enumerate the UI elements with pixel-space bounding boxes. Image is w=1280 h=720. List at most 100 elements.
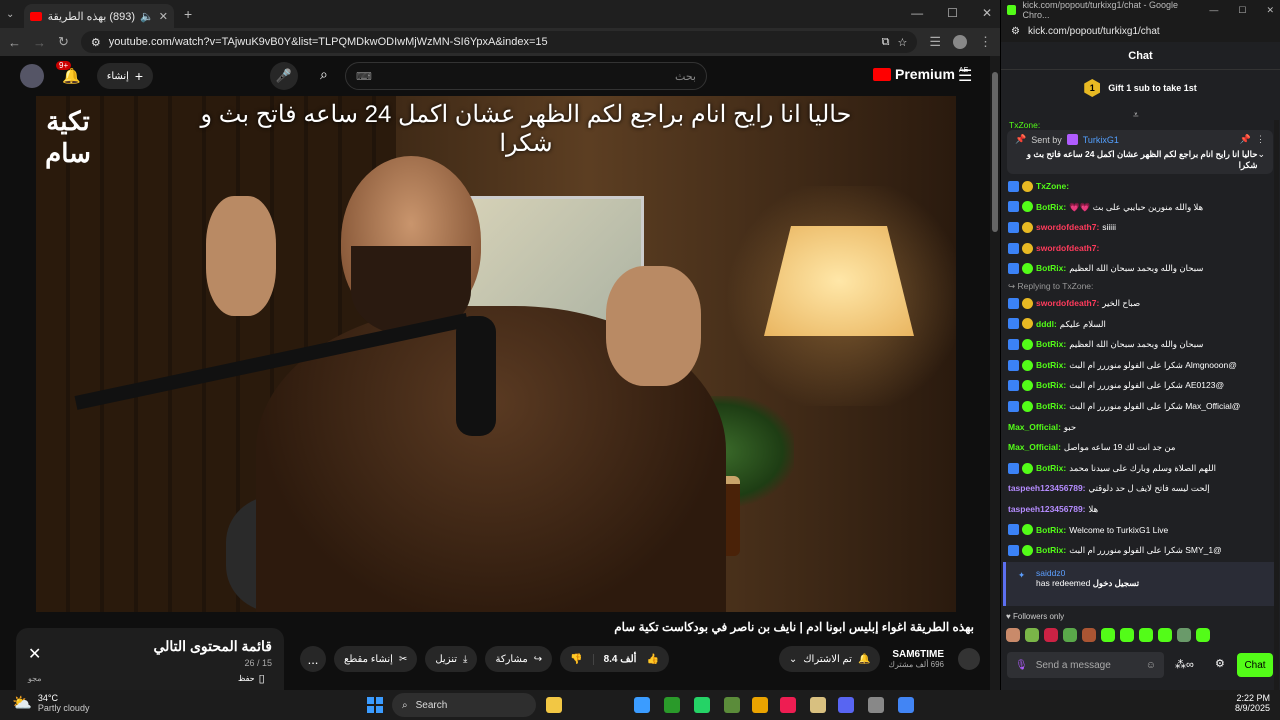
keyboard-icon[interactable]: ⌨ bbox=[356, 70, 372, 83]
system-tray-time[interactable]: 2:22 PM 8/9/2025 bbox=[1235, 693, 1270, 713]
message-input[interactable]: 🎙 Send a message ☺ bbox=[1007, 652, 1164, 678]
chat-username[interactable]: TxZone: bbox=[1036, 176, 1069, 197]
create-button[interactable]: إنشاء + bbox=[96, 63, 154, 89]
kick-close-button[interactable]: ✕ bbox=[1266, 5, 1274, 16]
account-avatar[interactable] bbox=[20, 64, 44, 88]
weather-widget[interactable]: ⛅ 34°C Partly cloudy bbox=[12, 693, 89, 713]
close-playlist-icon[interactable]: ✕ bbox=[28, 644, 41, 664]
profile-avatar[interactable] bbox=[953, 35, 967, 49]
chat-message[interactable]: swordofdeath7: صباح الخير bbox=[1008, 293, 1274, 314]
chat-message[interactable]: BotRix: سبحان والله وبحمد سبحان الله العظ… bbox=[1008, 334, 1274, 355]
whatsapp-icon[interactable] bbox=[694, 697, 710, 713]
chat-message[interactable]: taspeeh123456789: هلا bbox=[1008, 499, 1274, 520]
tab-list-icon[interactable]: ⌄ bbox=[6, 9, 24, 20]
chat-message[interactable]: BotRix: @AE0123 شكرا على الفولو منوررر ام… bbox=[1008, 375, 1274, 396]
emote-icon[interactable] bbox=[1101, 628, 1115, 642]
search-input[interactable]: ⌨ بحث bbox=[345, 62, 707, 90]
chat-message[interactable]: BotRix: هلا والله منورين حبايبي على بث 💗💗 bbox=[1008, 197, 1274, 218]
voice-search-button[interactable]: 🎤 bbox=[270, 62, 298, 90]
pinned-collapse-icon[interactable]: ⩡ bbox=[1133, 110, 1139, 121]
emote-icon[interactable] bbox=[1177, 628, 1191, 642]
chat-message[interactable]: Max_Official: من جد انت لك 19 ساعه مواصل bbox=[1008, 437, 1274, 458]
emote-icon[interactable] bbox=[1158, 628, 1172, 642]
chat-settings-icon[interactable]: ⚙ bbox=[1215, 657, 1225, 670]
reply-reference[interactable]: ↪ Replying to TxZone: bbox=[1008, 279, 1274, 293]
steam-icon[interactable] bbox=[868, 697, 884, 713]
back-icon[interactable]: ← bbox=[8, 35, 21, 50]
bookmark-star-icon[interactable]: ☆ bbox=[897, 36, 907, 49]
kick-site-info-icon[interactable]: ⚙ bbox=[1011, 26, 1020, 37]
download-button[interactable]: تنزيل ⤓ bbox=[425, 646, 478, 672]
emote-icon[interactable] bbox=[1120, 628, 1134, 642]
send-chat-button[interactable]: Chat bbox=[1237, 653, 1273, 677]
taskbar-search[interactable]: ⌕ Search bbox=[392, 693, 536, 717]
pinned-expand-icon[interactable]: ⌄ bbox=[1257, 149, 1265, 171]
chat-username[interactable]: BotRix: bbox=[1036, 197, 1066, 218]
chat-username[interactable]: swordofdeath7: bbox=[1036, 293, 1099, 314]
pinned-menu-icon[interactable]: ⋮ bbox=[1256, 134, 1265, 145]
scrollbar-thumb[interactable] bbox=[992, 72, 998, 232]
emote-icon[interactable] bbox=[1082, 628, 1096, 642]
close-window-button[interactable]: ✕ bbox=[982, 6, 992, 20]
points-button[interactable]: ⁂∞ bbox=[1175, 658, 1194, 671]
chat-username[interactable]: BotRix: bbox=[1036, 375, 1066, 396]
kick-minimize-button[interactable]: — bbox=[1209, 5, 1218, 15]
kick-maximize-button[interactable]: ☐ bbox=[1238, 5, 1246, 16]
chat-username[interactable]: BotRix: bbox=[1036, 334, 1066, 355]
forward-icon[interactable]: → bbox=[33, 35, 46, 50]
tiktok-icon[interactable] bbox=[780, 697, 796, 713]
chat-username[interactable]: BotRix: bbox=[1036, 520, 1066, 541]
chat-message[interactable]: BotRix: سبحان والله وبحمد سبحان الله العظ… bbox=[1008, 258, 1274, 279]
share-button[interactable]: مشاركة ↪ bbox=[485, 646, 553, 672]
chat-message[interactable]: dddl: السلام عليكم bbox=[1008, 314, 1274, 335]
channel-info[interactable]: SAM6TIME 696 ألف مشترك bbox=[888, 649, 944, 669]
chat-username[interactable]: swordofdeath7: bbox=[1036, 238, 1099, 259]
notifications-button[interactable]: 🔔 9+ bbox=[56, 61, 81, 85]
chat-username[interactable]: Max_Official: bbox=[1008, 437, 1061, 458]
maximize-button[interactable]: ☐ bbox=[947, 6, 958, 20]
youtube-premium-logo[interactable]: Premium AE bbox=[873, 66, 968, 82]
page-scrollbar[interactable] bbox=[990, 56, 1000, 690]
emote-icon[interactable] bbox=[1025, 628, 1039, 642]
chat-message[interactable]: swordofdeath7: siiiii bbox=[1008, 217, 1274, 238]
file-explorer-icon[interactable] bbox=[546, 697, 562, 713]
clip-button[interactable]: إنشاء مقطع ✂ bbox=[334, 646, 418, 672]
emote-icon[interactable] bbox=[1006, 628, 1020, 642]
chat-username[interactable]: taspeeh123456789: bbox=[1008, 499, 1086, 520]
channel-avatar[interactable] bbox=[958, 648, 980, 670]
chat-message[interactable]: swordofdeath7: bbox=[1008, 238, 1274, 259]
chrome-active-icon[interactable] bbox=[898, 697, 914, 713]
subscribed-button[interactable]: ⌄ تم الاشتراك 🔔 bbox=[778, 646, 881, 672]
discord-icon[interactable] bbox=[838, 697, 854, 713]
video-player[interactable]: حاليا انا رايح انام براجع لكم الظهر عشان… bbox=[36, 96, 956, 612]
chat-message[interactable]: BotRix: @SMY_1 شكرا على الفولو منوررر ام … bbox=[1008, 540, 1274, 561]
chat-username[interactable]: taspeeh123456789: bbox=[1008, 478, 1086, 499]
emoji-icon[interactable]: ☺ bbox=[1146, 660, 1156, 671]
dislike-button[interactable]: 👎 bbox=[560, 653, 594, 665]
emote-icon[interactable] bbox=[1063, 628, 1077, 642]
chat-username[interactable]: Max_Official: bbox=[1008, 417, 1061, 438]
chat-username[interactable]: BotRix: bbox=[1036, 355, 1066, 376]
close-tab-icon[interactable]: ✕ bbox=[159, 10, 168, 23]
hamburger-menu-icon[interactable]: ☰ bbox=[958, 66, 972, 86]
chat-message[interactable]: Max_Official: حبو bbox=[1008, 417, 1274, 438]
media-icon[interactable]: ☰ bbox=[929, 34, 941, 50]
chrome-icon[interactable] bbox=[752, 697, 768, 713]
chat-message[interactable]: BotRix: اللهم الصلاة وسلم وبارك على سيدنا… bbox=[1008, 458, 1274, 479]
chat-message[interactable]: TxZone: bbox=[1008, 176, 1274, 197]
chat-message[interactable]: BotRix: @Max_Official شكرا على الفولو منو… bbox=[1008, 396, 1274, 417]
chat-username[interactable]: BotRix: bbox=[1036, 540, 1066, 561]
reload-icon[interactable]: ↻ bbox=[58, 34, 69, 50]
minimize-button[interactable]: — bbox=[911, 6, 923, 20]
more-actions-button[interactable]: ... bbox=[300, 646, 326, 672]
new-tab-button[interactable]: + bbox=[184, 6, 192, 22]
app2-icon[interactable] bbox=[810, 697, 826, 713]
xbox-icon[interactable] bbox=[664, 697, 680, 713]
emote-icon[interactable] bbox=[1044, 628, 1058, 642]
menu-kebab-icon[interactable]: ⋮ bbox=[979, 34, 992, 50]
chat-scrollbar[interactable] bbox=[1274, 120, 1279, 690]
emote-icon[interactable] bbox=[1139, 628, 1153, 642]
chat-message[interactable]: taspeeh123456789: إلحت ليسه فاتح لايف ل ح… bbox=[1008, 478, 1274, 499]
minecraft-icon[interactable] bbox=[724, 697, 740, 713]
unpin-icon[interactable]: 📌 bbox=[1240, 134, 1251, 145]
